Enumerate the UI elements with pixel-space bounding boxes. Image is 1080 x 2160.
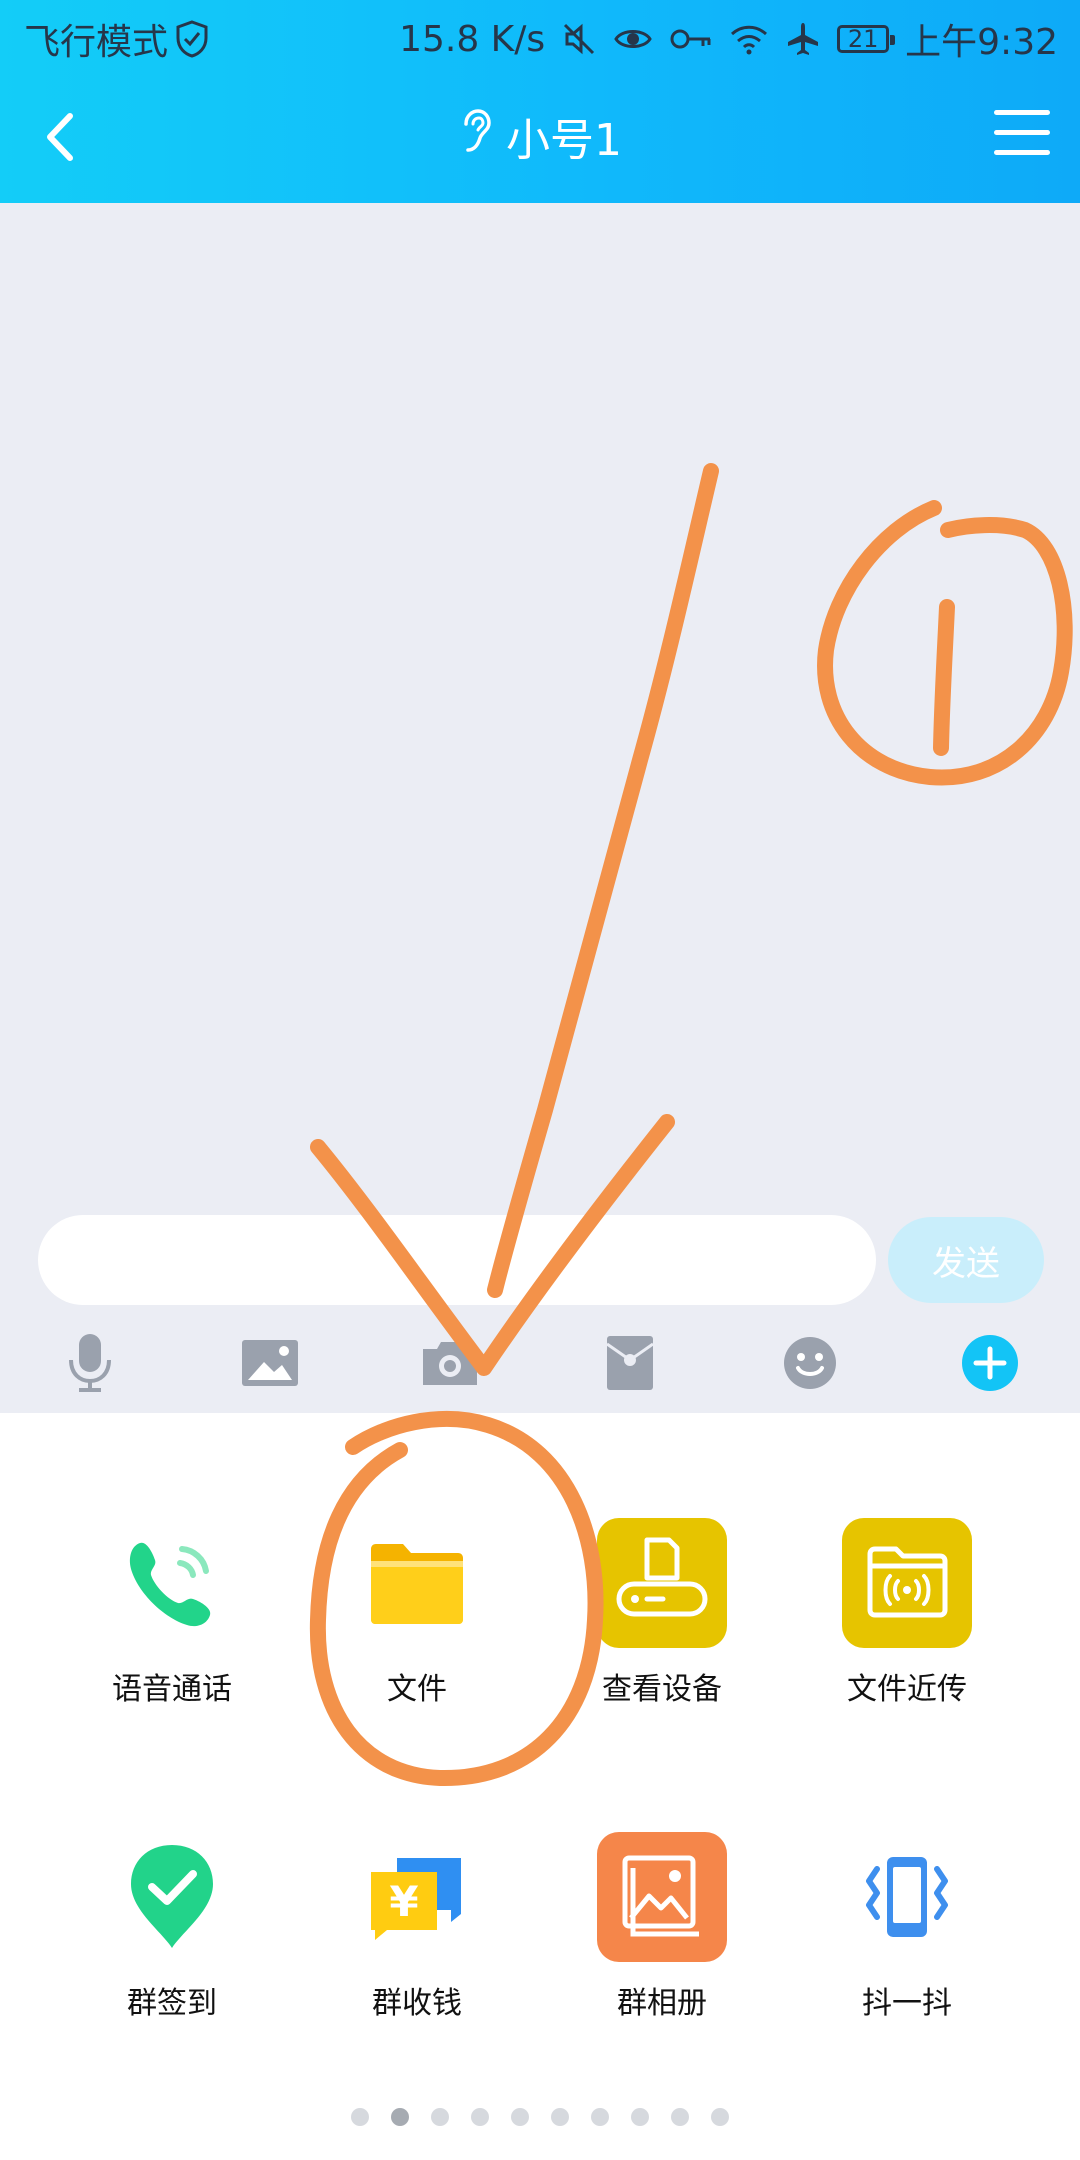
- shield-check-icon: [174, 17, 210, 61]
- status-bar: 飞行模式 15.8 K/s 21 上午9:32: [0, 0, 1080, 72]
- svg-text:¥: ¥: [389, 1877, 418, 1926]
- message-input[interactable]: [38, 1215, 876, 1305]
- check-in-item[interactable]: 群签到: [62, 1832, 282, 2092]
- key-icon: [669, 17, 713, 61]
- page-dot[interactable]: [471, 2108, 489, 2126]
- plus-button[interactable]: [955, 1331, 1025, 1395]
- file-label: 文件: [387, 1672, 447, 1707]
- shake-label: 抖一抖: [862, 1986, 952, 2021]
- chat-title-area: 小号1: [0, 104, 1080, 168]
- folder-icon: [352, 1518, 482, 1648]
- nearby-file-item[interactable]: 文件近传: [797, 1518, 1017, 1778]
- album-icon: [597, 1832, 727, 1962]
- message-list[interactable]: [0, 203, 1080, 1213]
- battery-icon: 21: [837, 25, 896, 53]
- view-device-item[interactable]: 查看设备: [552, 1518, 772, 1778]
- phone-icon: [107, 1518, 237, 1648]
- group-album-item[interactable]: 群相册: [552, 1832, 772, 2092]
- airplane-mode-label: 飞行模式: [24, 22, 169, 63]
- ear-icon: [458, 108, 492, 165]
- wifi-icon: [729, 17, 769, 61]
- clock: 上午9:32: [905, 22, 1058, 63]
- voice-call-label: 语音通话: [112, 1672, 232, 1707]
- shake-item[interactable]: 抖一抖: [797, 1832, 1017, 2092]
- page-dot[interactable]: [631, 2108, 649, 2126]
- check-in-label: 群签到: [127, 1986, 217, 2021]
- emoji-icon[interactable]: [775, 1331, 845, 1395]
- network-speed: 15.8 K/s: [399, 18, 546, 60]
- printer-icon: [597, 1518, 727, 1648]
- page-dot[interactable]: [671, 2108, 689, 2126]
- group-album-label: 群相册: [617, 1986, 707, 2021]
- menu-button[interactable]: [994, 110, 1050, 162]
- page-dot[interactable]: [551, 2108, 569, 2126]
- group-collect-label: 群收钱: [372, 1986, 462, 2021]
- page-dot[interactable]: [511, 2108, 529, 2126]
- camera-icon[interactable]: [415, 1331, 485, 1395]
- nav-bar: 小号1: [0, 72, 1080, 203]
- battery-level: 21: [847, 25, 879, 53]
- mute-icon: [561, 17, 597, 61]
- group-collect-item[interactable]: ¥ 群收钱: [307, 1832, 527, 2092]
- nearby-file-icon: [842, 1518, 972, 1648]
- red-packet-icon[interactable]: [595, 1331, 665, 1395]
- plus-icon: [962, 1335, 1018, 1391]
- file-item[interactable]: 文件: [307, 1518, 527, 1778]
- page-dot[interactable]: [431, 2108, 449, 2126]
- view-device-label: 查看设备: [602, 1672, 722, 1707]
- eye-icon: [613, 17, 653, 61]
- send-button[interactable]: 发送: [888, 1217, 1044, 1303]
- check-in-icon: [107, 1832, 237, 1962]
- image-icon[interactable]: [235, 1331, 305, 1395]
- nearby-file-label: 文件近传: [847, 1672, 967, 1707]
- airplane-icon: [785, 17, 821, 61]
- voice-call-item[interactable]: 语音通话: [62, 1518, 282, 1778]
- page-dot[interactable]: [391, 2108, 409, 2126]
- app-header: 飞行模式 15.8 K/s 21 上午9:32 小号1: [0, 0, 1080, 203]
- page-dot[interactable]: [591, 2108, 609, 2126]
- group-collect-icon: ¥: [352, 1832, 482, 1962]
- page-dot[interactable]: [351, 2108, 369, 2126]
- shake-icon: [842, 1832, 972, 1962]
- composer: 发送: [0, 1213, 1080, 1313]
- page-title: 小号1: [506, 115, 622, 166]
- page-dot[interactable]: [711, 2108, 729, 2126]
- microphone-icon[interactable]: [55, 1331, 125, 1395]
- menu-icon: [994, 110, 1050, 155]
- composer-toolbar: [0, 1313, 1080, 1413]
- page-indicator: [0, 2108, 1080, 2132]
